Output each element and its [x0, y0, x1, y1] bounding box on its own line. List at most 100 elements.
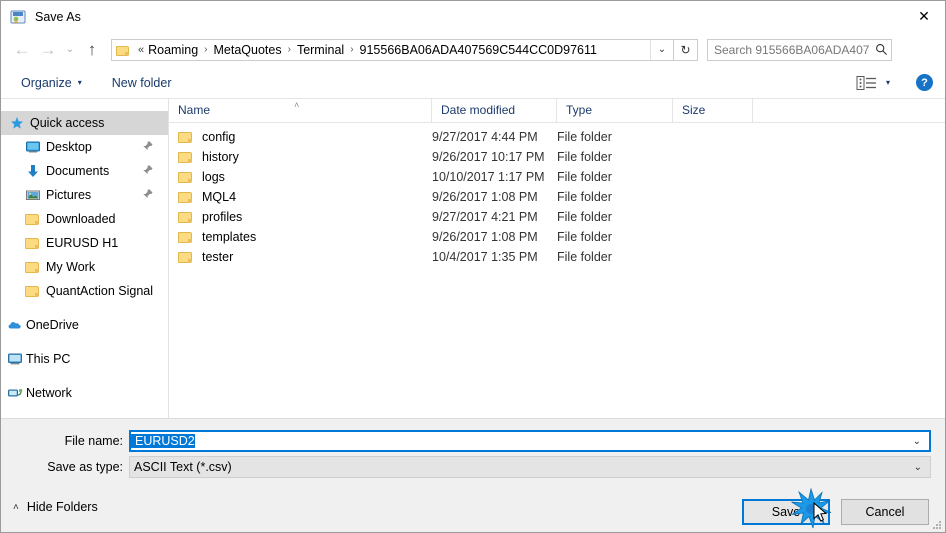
file-name-value: EURUSD2 [131, 434, 195, 448]
sidebar-item-label: QuantAction Signal [46, 284, 154, 298]
chevron-down-icon[interactable]: ⌄ [913, 436, 921, 447]
breadcrumb-overflow-icon[interactable]: « [136, 44, 146, 56]
view-chevron-down-icon[interactable]: ▾ [882, 74, 894, 91]
sidebar-item-label: My Work [46, 260, 96, 274]
save-button[interactable]: Save [742, 499, 830, 525]
file-name-cell: logs [169, 170, 432, 184]
file-date-cell: 9/27/2017 4:21 PM [432, 210, 538, 224]
save-as-type-select[interactable]: ASCII Text (*.csv) ⌄ [129, 456, 931, 478]
search-input[interactable] [708, 41, 871, 58]
recent-locations-chevron-down-icon[interactable]: ⌄ [61, 37, 79, 63]
sidebar-item-onedrive[interactable]: OneDrive [1, 313, 168, 337]
table-row[interactable]: profiles 9/27/2017 4:21 PM File folder [169, 207, 945, 227]
column-header-type[interactable]: Type [557, 99, 673, 122]
sidebar-item-network[interactable]: Network [1, 381, 168, 405]
save-as-dialog: Save As ✕ ← → ⌄ ↑ « Roaming › MetaQuotes… [0, 0, 946, 533]
address-chevron-down-icon[interactable]: ⌄ [650, 39, 673, 60]
hide-folders-button[interactable]: ˄ Hide Folders [13, 500, 98, 514]
table-row[interactable]: tester 10/4/2017 1:35 PM File folder [169, 247, 945, 267]
sidebar-item-downloaded[interactable]: Downloaded [1, 207, 168, 231]
file-list: Name ˄ Date modified Type Size config 9/… [169, 99, 945, 418]
breadcrumb-separator-icon: › [350, 44, 354, 55]
table-row[interactable]: config 9/27/2017 4:44 PM File folder [169, 127, 945, 147]
new-folder-button[interactable]: New folder [104, 73, 180, 93]
window-title: Save As [35, 9, 81, 24]
column-headers: Name ˄ Date modified Type Size [169, 99, 945, 123]
this-pc-monitor-icon [7, 351, 23, 367]
file-type-cell: File folder [557, 170, 612, 184]
file-name-cell: history [169, 150, 432, 164]
file-type-cell: File folder [557, 210, 612, 224]
file-name-input[interactable]: EURUSD2 ⌄ [129, 430, 931, 452]
toolbar-right-group: ▾ ? [856, 74, 945, 91]
chevron-down-icon[interactable]: ⌄ [914, 462, 922, 473]
file-type-cell: File folder [557, 130, 612, 144]
table-row[interactable]: history 9/26/2017 10:17 PM File folder [169, 147, 945, 167]
organize-label: Organize [21, 75, 72, 90]
folder-icon [178, 210, 194, 224]
documents-download-icon [25, 163, 41, 179]
breadcrumb-item-0[interactable]: Roaming [146, 43, 200, 57]
save-as-type-row: Save as type: ASCII Text (*.csv) ⌄ [1, 456, 931, 478]
save-form-panel: File name: EURUSD2 ⌄ Save as type: ASCII… [1, 418, 945, 491]
file-name-label: logs [202, 170, 225, 184]
file-date-cell: 10/4/2017 1:35 PM [432, 250, 538, 264]
folder-icon [25, 235, 41, 251]
sidebar-item-label: Quick access [30, 116, 105, 130]
onedrive-cloud-icon [7, 317, 23, 333]
back-arrow-icon[interactable]: ← [9, 37, 35, 63]
file-date-cell: 10/10/2017 1:17 PM [432, 170, 545, 184]
pin-icon[interactable] [138, 186, 156, 204]
column-header-name[interactable]: Name ˄ [169, 99, 432, 122]
sidebar-item-label: Network [26, 386, 72, 400]
file-name-label: File name: [64, 434, 123, 448]
sort-ascending-icon: ˄ [294, 100, 300, 110]
organize-button[interactable]: Organize ▾ [13, 73, 90, 93]
file-date-cell: 9/26/2017 1:08 PM [432, 230, 538, 244]
address-bar[interactable]: « Roaming › MetaQuotes › Terminal › 9155… [111, 38, 674, 61]
breadcrumb-item-3[interactable]: 915566BA06ADA407569C544CC0D97611 [358, 43, 599, 57]
cancel-button[interactable]: Cancel [841, 499, 929, 525]
column-header-size[interactable]: Size [673, 99, 753, 122]
table-row[interactable]: templates 9/26/2017 1:08 PM File folder [169, 227, 945, 247]
sidebar-item-documents[interactable]: Documents [1, 159, 168, 183]
resize-grip[interactable] [931, 519, 943, 531]
pin-icon[interactable] [138, 138, 156, 156]
up-arrow-icon[interactable]: ↑ [79, 37, 105, 63]
folder-icon [178, 150, 194, 164]
file-name-cell: config [169, 130, 432, 144]
table-row[interactable]: logs 10/10/2017 1:17 PM File folder [169, 167, 945, 187]
search-box[interactable] [707, 38, 892, 61]
new-folder-label: New folder [111, 75, 172, 90]
sidebar-item-pictures[interactable]: Pictures [1, 183, 168, 207]
view-layout-icon[interactable] [856, 75, 878, 91]
sidebar-item-quick-access[interactable]: Quick access [1, 111, 168, 135]
file-type-cell: File folder [557, 190, 612, 204]
sidebar-item-eurusd-h1[interactable]: EURUSD H1 [1, 231, 168, 255]
sidebar-item-this-pc[interactable]: This PC [1, 347, 168, 371]
refresh-icon[interactable]: ↻ [674, 38, 698, 61]
pin-icon[interactable] [138, 162, 156, 180]
file-date-cell: 9/27/2017 4:44 PM [432, 130, 538, 144]
table-row[interactable]: MQL4 9/26/2017 1:08 PM File folder [169, 187, 945, 207]
column-header-date-modified[interactable]: Date modified [432, 99, 557, 122]
sidebar-item-quantaction-signal[interactable]: QuantAction Signal [1, 279, 168, 303]
pictures-icon [25, 187, 41, 203]
folder-icon [178, 130, 194, 144]
folder-icon [25, 283, 41, 299]
breadcrumb-item-2[interactable]: Terminal [295, 43, 346, 57]
help-button[interactable]: ? [916, 74, 933, 91]
file-name-label: templates [202, 230, 257, 244]
sidebar-item-my-work[interactable]: My Work [1, 255, 168, 279]
folder-icon [178, 230, 194, 244]
forward-arrow-icon[interactable]: → [35, 37, 61, 63]
star-icon [9, 115, 25, 131]
file-date-cell: 9/26/2017 10:17 PM [432, 150, 545, 164]
folder-icon [178, 250, 194, 264]
close-button[interactable]: ✕ [901, 1, 945, 32]
folder-icon [178, 170, 194, 184]
file-name-label: tester [202, 250, 234, 264]
breadcrumb-item-1[interactable]: MetaQuotes [212, 43, 284, 57]
sidebar-item-label: Pictures [46, 188, 92, 202]
sidebar-item-desktop[interactable]: Desktop [1, 135, 168, 159]
